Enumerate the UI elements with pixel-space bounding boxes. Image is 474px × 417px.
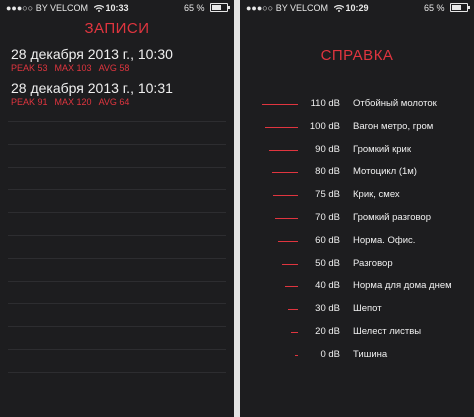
level-bar <box>278 241 298 242</box>
level-description: Отбойный молоток <box>353 98 437 109</box>
record-avg: AVG 58 <box>98 63 130 73</box>
noise-level-row: 100 dB Вагон метро, гром <box>240 121 474 135</box>
noise-level-row: 75 dB Крик, смех <box>240 189 474 203</box>
level-db: 50 dB <box>315 258 340 269</box>
noise-level-row: 40 dB Норма для дома днем <box>240 280 474 294</box>
page-title: ЗАПИСИ <box>84 20 150 37</box>
battery-percent: 65 % <box>183 3 205 13</box>
level-bar <box>272 172 298 173</box>
row-divider <box>8 167 226 168</box>
level-description: Разговор <box>353 258 393 269</box>
record-max: MAX 120 <box>54 97 92 107</box>
level-db: 75 dB <box>315 189 340 200</box>
noise-level-row: 70 dB Громкий разговор <box>240 212 474 226</box>
level-bar <box>282 264 298 265</box>
level-db: 20 dB <box>315 326 340 337</box>
row-divider <box>8 303 226 304</box>
status-bar: ●●●○○ BY VELCOM 10:29 65 % <box>240 0 474 16</box>
level-bar <box>291 332 298 333</box>
status-bar: ●●●○○ BY VELCOM 10:33 65 % <box>0 0 234 16</box>
battery-icon <box>210 3 230 12</box>
record-date: 28 декабря 2013 г., 10:31 <box>11 80 173 96</box>
row-divider <box>8 349 226 350</box>
noise-level-row: 20 dB Шелест листвы <box>240 326 474 340</box>
battery-percent: 65 % <box>423 3 445 13</box>
level-db: 80 dB <box>315 166 340 177</box>
row-divider <box>8 281 226 282</box>
level-db: 100 dB <box>309 121 340 132</box>
level-db: 90 dB <box>315 144 340 155</box>
level-description: Шепот <box>353 303 382 314</box>
level-description: Крик, смех <box>353 189 400 200</box>
level-description: Громкий крик <box>353 144 412 155</box>
page-title: СПРАВКА <box>320 47 394 64</box>
level-description: Громкий разговор <box>353 212 431 223</box>
row-divider <box>8 212 226 213</box>
record-peak: PEAK 91 <box>11 97 48 107</box>
record-stats: PEAK 53 MAX 103 AVG 58 <box>11 63 226 73</box>
record-item[interactable]: 28 декабря 2013 г., 10:30 PEAK 53 MAX 103 A… <box>11 46 226 73</box>
record-avg: AVG 64 <box>98 97 130 107</box>
level-description: Мотоцикл (1м) <box>353 166 417 177</box>
level-bar <box>273 195 298 196</box>
noise-level-row: 60 dB Норма. Офис. <box>240 235 474 249</box>
level-db: 30 dB <box>315 303 340 314</box>
record-date: 28 декабря 2013 г., 10:30 <box>11 46 173 62</box>
level-db: 40 dB <box>315 280 340 291</box>
noise-level-row: 30 dB Шепот <box>240 303 474 317</box>
noise-level-row: 110 dB Отбойный молоток <box>240 98 474 112</box>
level-db: 60 dB <box>315 235 340 246</box>
record-item[interactable]: 28 декабря 2013 г., 10:31 PEAK 91 MAX 120 A… <box>11 80 226 107</box>
level-db: 70 dB <box>315 212 340 223</box>
noise-level-row: 0 dB Тишина <box>240 349 474 363</box>
row-divider <box>8 235 226 236</box>
noise-level-row: 80 dB Мотоцикл (1м) <box>240 166 474 180</box>
level-description: Норма. Офис. <box>353 235 416 246</box>
level-bar <box>269 150 298 151</box>
record-peak: PEAK 53 <box>11 63 48 73</box>
level-bar <box>288 309 298 310</box>
row-divider <box>8 121 226 122</box>
row-divider <box>8 144 226 145</box>
level-db: 0 dB <box>320 349 340 360</box>
noise-level-row: 50 dB Разговор <box>240 258 474 272</box>
level-bar <box>285 286 298 287</box>
row-divider <box>8 326 226 327</box>
level-description: Норма для дома днем <box>353 280 452 291</box>
level-description: Тишина <box>353 349 388 360</box>
level-db: 110 dB <box>310 98 340 109</box>
level-description: Вагон метро, гром <box>353 121 434 132</box>
row-divider <box>8 372 226 373</box>
level-bar <box>295 355 298 356</box>
record-stats: PEAK 91 MAX 120 AVG 64 <box>11 97 226 107</box>
level-bar <box>262 104 298 105</box>
battery-icon <box>450 3 470 12</box>
record-max: MAX 103 <box>54 63 92 73</box>
noise-level-row: 90 dB Громкий крик <box>240 144 474 158</box>
row-divider <box>8 258 226 259</box>
row-divider <box>8 189 226 190</box>
reference-screen: ●●●○○ BY VELCOM 10:29 65 % СПРАВКА 110 d… <box>240 0 474 417</box>
level-bar <box>265 127 298 128</box>
records-screen: ●●●○○ BY VELCOM 10:33 65 % ЗАПИСИ 28 дек… <box>0 0 234 417</box>
level-description: Шелест листвы <box>353 326 422 337</box>
level-bar <box>275 218 298 219</box>
